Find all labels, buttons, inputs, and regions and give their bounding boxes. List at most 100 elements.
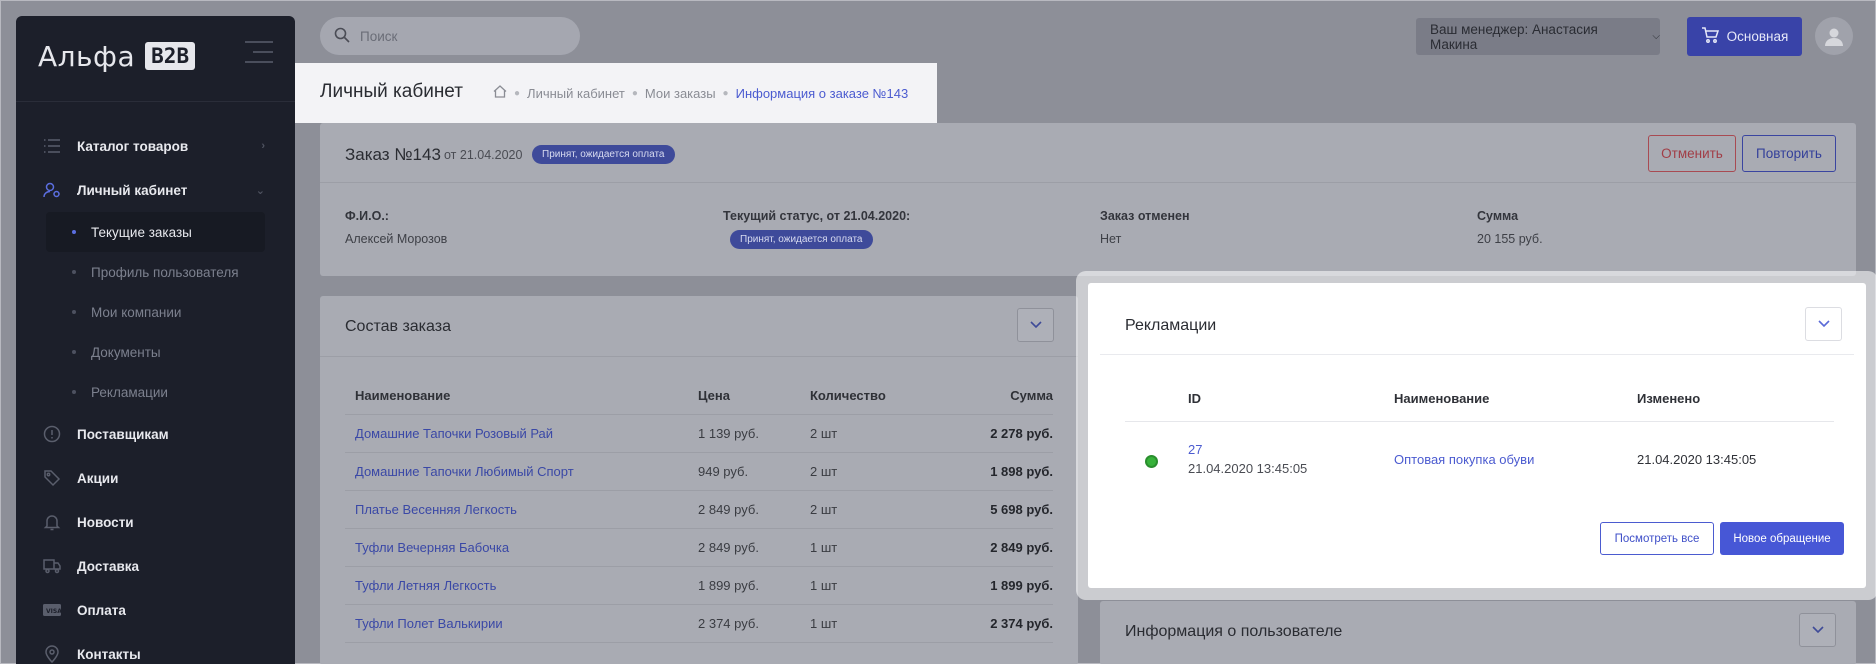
collapse-button[interactable]	[1799, 613, 1836, 647]
sidebar-subitem-label: Мои компании	[91, 304, 182, 320]
sidebar-item-label: Оплата	[77, 602, 126, 618]
reclamation-changed: 21.04.2020 13:45:05	[1637, 452, 1757, 467]
order-date: от 21.04.2020	[444, 148, 523, 162]
section-title: Информация о пользователе	[1125, 623, 1343, 640]
search-placeholder: Поиск	[360, 28, 398, 44]
qty-cell: 1 шт	[810, 616, 838, 631]
sidebar: Альфа B2B Каталог товаров › Личный кабин…	[16, 16, 295, 664]
new-request-button[interactable]: Новое обращение	[1720, 522, 1844, 555]
sum-cell: 1 898 руб.	[990, 464, 1053, 479]
sidebar-subitem-current-orders[interactable]: Текущие заказы	[46, 212, 265, 252]
product-link[interactable]: Туфли Вечерняя Бабочка	[345, 540, 698, 555]
product-link[interactable]: Туфли Летняя Легкость	[345, 578, 698, 593]
divider	[1125, 421, 1834, 422]
chevron-down-icon	[1811, 626, 1824, 634]
field-cancelled: Заказ отменен Нет	[1100, 209, 1190, 246]
sidebar-item-promotions[interactable]: Акции	[16, 456, 295, 500]
bullet-icon	[72, 230, 76, 234]
sum-cell: 2 849 руб.	[990, 540, 1053, 555]
sidebar-item-contacts[interactable]: Контакты	[16, 632, 295, 664]
sidebar-item-catalog[interactable]: Каталог товаров ›	[16, 124, 295, 168]
location-icon	[43, 645, 61, 663]
sidebar-subitem-label: Документы	[91, 344, 161, 360]
product-link[interactable]: Платье Весенняя Легкость	[345, 502, 698, 517]
breadcrumb-orders[interactable]: Мои заказы	[645, 86, 716, 101]
sidebar-item-suppliers[interactable]: Поставщикам	[16, 412, 295, 456]
sum-cell: 5 698 руб.	[990, 502, 1053, 517]
table-row: Туфли Вечерняя Бабочка 2 849 руб. 1 шт 2…	[345, 529, 1053, 567]
field-label: Ф.И.О.:	[345, 209, 389, 223]
collapse-button[interactable]	[1017, 308, 1054, 342]
bullet-icon	[72, 310, 76, 314]
section-title: Состав заказа	[345, 318, 451, 335]
breadcrumb-account[interactable]: Личный кабинет	[527, 86, 625, 101]
column-header: Сумма	[1010, 388, 1053, 403]
home-icon[interactable]	[493, 85, 507, 101]
price-cell: 1 139 руб.	[698, 426, 759, 441]
chevron-down-icon: ⌵	[1652, 31, 1660, 42]
sidebar-subitem-label: Текущие заказы	[91, 224, 192, 240]
screen: Альфа B2B Каталог товаров › Личный кабин…	[0, 0, 1876, 664]
sidebar-subitem-reclamations[interactable]: Рекламации	[16, 372, 295, 412]
cart-main-button[interactable]: Основная	[1687, 17, 1802, 56]
field-value: Нет	[1100, 232, 1122, 246]
qty-cell: 1 шт	[810, 578, 838, 593]
section-title: Рекламации	[1125, 317, 1217, 334]
sidebar-item-delivery[interactable]: Доставка	[16, 544, 295, 588]
bullet-icon	[72, 270, 76, 274]
page-title: Личный кабинет	[320, 81, 463, 102]
manager-dropdown[interactable]: Ваш менеджер: Анастасия Макина ⌵	[1416, 18, 1660, 55]
breadcrumb: ● Личный кабинет ● Мои заказы ● Информац…	[493, 85, 908, 101]
user-icon	[1825, 28, 1843, 46]
bullet-icon	[72, 390, 76, 394]
field-label: Сумма	[1477, 209, 1519, 223]
logo[interactable]: Альфа B2B	[38, 36, 196, 76]
breadcrumb-separator: ●	[722, 87, 729, 99]
search-input[interactable]: Поиск	[320, 17, 580, 55]
sidebar-item-payment[interactable]: VISA Оплата	[16, 588, 295, 632]
chevron-right-icon: ›	[261, 140, 265, 152]
avatar[interactable]	[1815, 17, 1853, 55]
reclamation-name-link[interactable]: Оптовая покупка обуви	[1394, 452, 1534, 467]
order-composition-card: Состав заказа Наименование Цена Количест…	[320, 296, 1078, 664]
sidebar-item-news[interactable]: Новости	[16, 500, 295, 544]
field-label: Заказ отменен	[1100, 209, 1190, 223]
product-link[interactable]: Домашние Тапочки Любимый Спорт	[345, 464, 698, 479]
table-row: Туфли Летняя Легкость 1 899 руб. 1 шт 1 …	[345, 567, 1053, 605]
price-cell: 949 руб.	[698, 464, 749, 479]
menu-toggle-icon[interactable]	[245, 41, 273, 65]
divider	[320, 356, 1078, 357]
sidebar-subitem-profile[interactable]: Профиль пользователя	[16, 252, 295, 292]
view-all-button[interactable]: Посмотреть все	[1600, 522, 1714, 555]
sidebar-item-account[interactable]: Личный кабинет ⌄	[16, 168, 295, 212]
sidebar-item-label: Контакты	[77, 646, 141, 662]
table-row: Платье Весенняя Легкость 2 849 руб. 2 шт…	[345, 491, 1053, 529]
sidebar-item-label: Личный кабинет	[77, 182, 188, 198]
collapse-button[interactable]	[1805, 307, 1842, 341]
sum-cell: 2 278 руб.	[990, 426, 1053, 441]
page-header: Личный кабинет ● Личный кабинет ● Мои за…	[295, 63, 937, 123]
reclamation-id-link[interactable]: 27	[1188, 442, 1202, 457]
qty-cell: 2 шт	[810, 502, 838, 517]
product-link[interactable]: Туфли Полет Валькирии	[345, 616, 698, 631]
field-sum: Сумма 20 155 руб.	[1477, 209, 1543, 246]
sidebar-nav: Каталог товаров › Личный кабинет ⌄ Текущ…	[16, 124, 295, 664]
qty-cell: 2 шт	[810, 426, 838, 441]
order-card-header: Заказ №143 от 21.04.2020 Принят, ожидает…	[320, 123, 1856, 183]
sidebar-subitem-documents[interactable]: Документы	[16, 332, 295, 372]
field-value: Алексей Морозов	[345, 232, 448, 246]
sidebar-item-label: Поставщикам	[77, 426, 169, 442]
repeat-order-button[interactable]: Повторить	[1742, 135, 1836, 172]
sidebar-subitem-label: Рекламации	[91, 384, 168, 400]
order-title: Заказ №143	[345, 145, 441, 164]
field-label: Текущий статус, от 21.04.2020:	[723, 209, 911, 223]
sidebar-subitem-companies[interactable]: Мои компании	[16, 292, 295, 332]
sidebar-divider	[16, 101, 295, 102]
breadcrumb-current: Информация о заказе №143	[735, 85, 909, 101]
logo-badge: B2B	[145, 42, 196, 70]
field-fullname: Ф.И.О.: Алексей Морозов	[345, 209, 447, 246]
cancel-order-button[interactable]: Отменить	[1648, 135, 1736, 172]
product-link[interactable]: Домашние Тапочки Розовый Рай	[345, 426, 698, 441]
user-settings-icon	[43, 181, 61, 199]
logo-text: Альфа	[38, 39, 136, 73]
